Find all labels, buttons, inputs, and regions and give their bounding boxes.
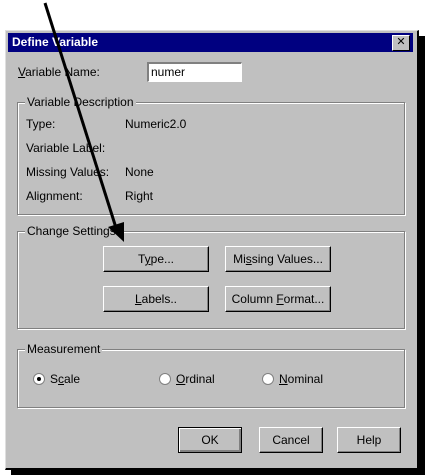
nominal-radio-label: Nominal [279, 372, 324, 386]
change-settings-group: Change Settings [17, 224, 405, 329]
variable-name-label: Variable Name: [18, 65, 100, 79]
nominal-radio-dot[interactable] [262, 373, 274, 385]
change-settings-legend: Change Settings [25, 224, 118, 238]
scale-radio-label: Scale [50, 372, 81, 386]
variable-label-label: Variable Label: [26, 141, 106, 155]
cancel-button[interactable]: Cancel [259, 427, 323, 453]
variable-description-group: Variable Description Type: Numeric2.0 Va… [17, 95, 405, 215]
define-variable-dialog: Define Variable ✕ Variable Name: numer V… [5, 30, 419, 470]
type-value: Numeric2.0 [125, 117, 187, 131]
nominal-radio[interactable]: Nominal [262, 372, 323, 386]
measurement-legend: Measurement [25, 342, 103, 356]
variable-description-legend: Variable Description [25, 95, 136, 109]
scale-radio[interactable]: Scale [33, 372, 80, 386]
alignment-value: Right [125, 189, 154, 203]
dialog-title: Define Variable [12, 35, 99, 49]
missing-values-button[interactable]: Missing Values... [225, 246, 331, 272]
ok-button[interactable]: OK [178, 427, 242, 453]
missing-values-value: None [125, 165, 154, 179]
alignment-label: Alignment: [26, 189, 83, 203]
close-icon: ✕ [396, 36, 406, 48]
column-format-button[interactable]: Column Format... [225, 286, 331, 312]
help-button[interactable]: Help [337, 427, 401, 453]
type-label: Type: [26, 117, 56, 131]
missing-values-label: Missing Values: [26, 165, 110, 179]
type-button[interactable]: Type... [103, 246, 209, 272]
ordinal-radio-dot[interactable] [159, 373, 171, 385]
variable-name-input[interactable]: numer [147, 62, 242, 82]
ordinal-radio[interactable]: Ordinal [159, 372, 215, 386]
close-button[interactable]: ✕ [392, 35, 410, 51]
scale-radio-dot[interactable] [33, 373, 45, 385]
ordinal-radio-label: Ordinal [176, 372, 215, 386]
title-bar[interactable]: Define Variable ✕ [8, 33, 413, 52]
labels-button[interactable]: Labels.. [103, 286, 209, 312]
